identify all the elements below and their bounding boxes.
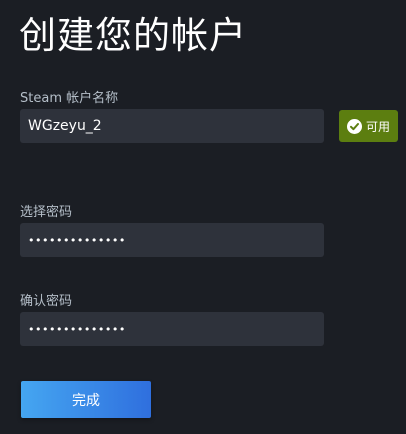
create-account-page: 创建您的帐户 Steam 帐户名称 WGzeyu_2 可用 选择密码 •••••… [0,0,406,434]
password-value: •••••••••••••• [28,233,126,247]
password-field[interactable]: •••••••••••••• [20,223,324,257]
account-name-field[interactable]: WGzeyu_2 [20,109,324,143]
account-name-label: Steam 帐户名称 [20,91,119,106]
checkmark-icon [346,118,362,134]
confirm-password-value: •••••••••••••• [28,322,126,336]
password-label: 选择密码 [20,205,73,220]
page-title: 创建您的帐户 [19,14,247,57]
confirm-password-label: 确认密码 [20,294,73,309]
availability-text: 可用 [365,119,390,134]
done-button[interactable]: 完成 [21,381,151,418]
confirm-password-field[interactable]: •••••••••••••• [20,312,324,346]
account-name-value: WGzeyu_2 [28,118,102,134]
availability-badge: 可用 [339,110,398,142]
